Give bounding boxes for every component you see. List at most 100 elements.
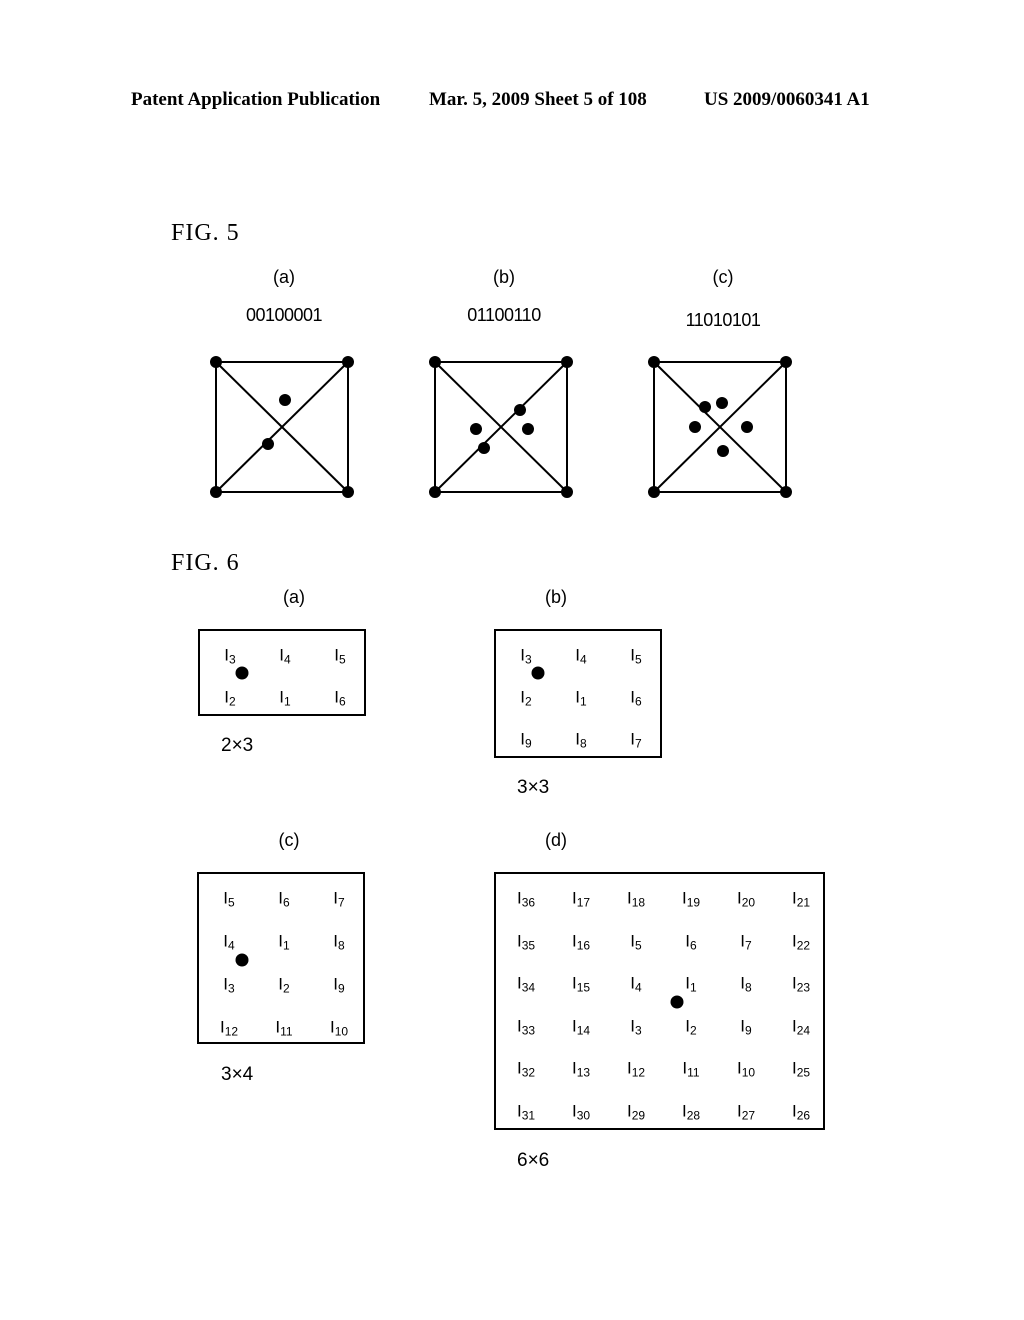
grid-cell-label: I22 — [791, 931, 811, 952]
grid-cell-label: I30 — [571, 1101, 591, 1122]
grid-cell-label: I33 — [516, 1016, 536, 1037]
fig6d-size-label: 6×6 — [517, 1150, 550, 1171]
grid-cell-label: I9 — [333, 974, 345, 996]
grid-cell-label: I4 — [630, 973, 642, 995]
fig6c-grid: I5 I6 I7 I4 I1 I8 I3 I2 I9 I12 I11 I10 — [197, 872, 365, 1044]
grid-cell-label: I3 — [630, 1016, 642, 1037]
grid-cell-label: I12 — [626, 1058, 646, 1080]
grid-cell-label: I7 — [333, 888, 345, 910]
corner-dot — [342, 486, 354, 498]
grid-cell-label: I5 — [630, 645, 642, 667]
fig5a-tag: (a) — [273, 267, 295, 287]
fig5-label: FIG. 5 — [171, 220, 240, 246]
position-marker-dot — [531, 666, 545, 680]
corner-dot — [210, 486, 222, 498]
fig6a-tag: (a) — [283, 587, 305, 607]
fig6c-tag: (c) — [278, 830, 300, 850]
fig6d-tag: (d) — [545, 830, 567, 850]
corner-dot — [780, 486, 792, 498]
data-dot — [262, 438, 274, 450]
grid-cell-label: I4 — [575, 645, 587, 667]
grid-cell-label: I10 — [329, 1017, 349, 1039]
fig6c-size-label: 3×4 — [221, 1064, 254, 1085]
fig6b-size-label: 3×3 — [517, 777, 550, 798]
grid-cell-label: I31 — [516, 1101, 536, 1122]
corner-dot — [561, 356, 573, 368]
publication-title: Patent Application Publication — [131, 89, 381, 110]
data-dot — [279, 394, 291, 406]
grid-cell-label: I9 — [740, 1016, 752, 1037]
grid-cell-label: I6 — [685, 931, 697, 952]
grid-cell-label: I23 — [791, 973, 811, 995]
corner-dot — [342, 356, 354, 368]
grid-cell-label: I11 — [275, 1017, 293, 1039]
grid-cell-label: I4 — [279, 645, 291, 667]
grid-cell-label: I2 — [685, 1016, 697, 1037]
fig6d-grid: I36 I17 I18 I19 I20 I21 I35 I16 I5 I6 I7 I22 I34 I15 I… — [494, 872, 825, 1130]
data-dot — [522, 423, 534, 435]
position-marker-dot — [235, 953, 249, 967]
data-dot — [741, 421, 753, 433]
corner-dot — [561, 486, 573, 498]
grid-cell-label: I34 — [516, 973, 536, 995]
grid-cell-label: I1 — [278, 931, 290, 953]
fig5c-code: 11010101 — [685, 310, 761, 330]
grid-cell-label: I5 — [630, 931, 642, 952]
grid-cell-label: I24 — [791, 1016, 811, 1037]
fig6-label: FIG. 6 — [171, 550, 240, 576]
grid-cell-label: I16 — [571, 931, 591, 952]
grid-cell-label: I19 — [681, 888, 701, 910]
fig5a-code: 00100001 — [245, 305, 323, 325]
publication-number: US 2009/0060341 A1 — [704, 89, 870, 110]
corner-dot — [429, 356, 441, 368]
grid-cell-label: I18 — [626, 888, 646, 910]
grid-cell-label: I5 — [334, 645, 346, 667]
data-dot — [478, 442, 490, 454]
grid-cell-label: I1 — [279, 687, 291, 709]
position-marker-dot — [670, 995, 684, 1009]
grid-cell-label: I29 — [626, 1101, 646, 1122]
data-dot — [470, 423, 482, 435]
data-dot — [689, 421, 701, 433]
corner-dot — [210, 356, 222, 368]
grid-cell-label: I26 — [791, 1101, 811, 1122]
grid-cell-label: I6 — [630, 687, 642, 709]
fig5b-code: 01100110 — [467, 305, 541, 325]
grid-cell-label: I15 — [571, 973, 591, 995]
grid-cell-label: I8 — [333, 931, 345, 953]
grid-cell-label: I8 — [740, 973, 752, 995]
grid-cell-label: I11 — [682, 1058, 700, 1080]
grid-cell-label: I9 — [520, 729, 532, 751]
grid-cell-label: I6 — [278, 888, 290, 910]
corner-dot — [648, 486, 660, 498]
grid-cell-label: I10 — [736, 1058, 756, 1080]
position-marker-dot — [235, 666, 249, 680]
grid-cell-label: I7 — [740, 931, 752, 952]
corner-dot — [429, 486, 441, 498]
fig6b-tag: (b) — [545, 587, 567, 607]
grid-cell-label: I36 — [516, 888, 536, 910]
grid-cell-label: I20 — [736, 888, 756, 910]
grid-cell-label: I8 — [575, 729, 587, 751]
grid-cell-label: I5 — [223, 888, 235, 910]
fig5b-diagram — [429, 356, 573, 498]
grid-cell-label: I17 — [571, 888, 591, 910]
data-dot — [699, 401, 711, 413]
grid-cell-label: I2 — [520, 687, 532, 709]
data-dot — [717, 445, 729, 457]
grid-cell-label: I7 — [630, 729, 642, 751]
grid-cell-label: I13 — [571, 1058, 591, 1080]
data-dot — [514, 404, 526, 416]
grid-cell-label: I3 — [520, 645, 532, 667]
fig5c-diagram — [648, 356, 792, 498]
grid-cell-label: I35 — [516, 931, 536, 952]
grid-cell-label: I1 — [685, 973, 697, 995]
fig5a-diagram — [210, 356, 354, 498]
fig6a-size-label: 2×3 — [221, 735, 254, 756]
grid-cell-label: I32 — [516, 1058, 536, 1080]
fig5b-tag: (b) — [493, 267, 515, 287]
grid-cell-label: I2 — [224, 687, 236, 709]
publication-date-sheet: Mar. 5, 2009 Sheet 5 of 108 — [429, 89, 647, 110]
grid-cell-label: I1 — [575, 687, 587, 709]
grid-cell-label: I4 — [223, 931, 235, 953]
